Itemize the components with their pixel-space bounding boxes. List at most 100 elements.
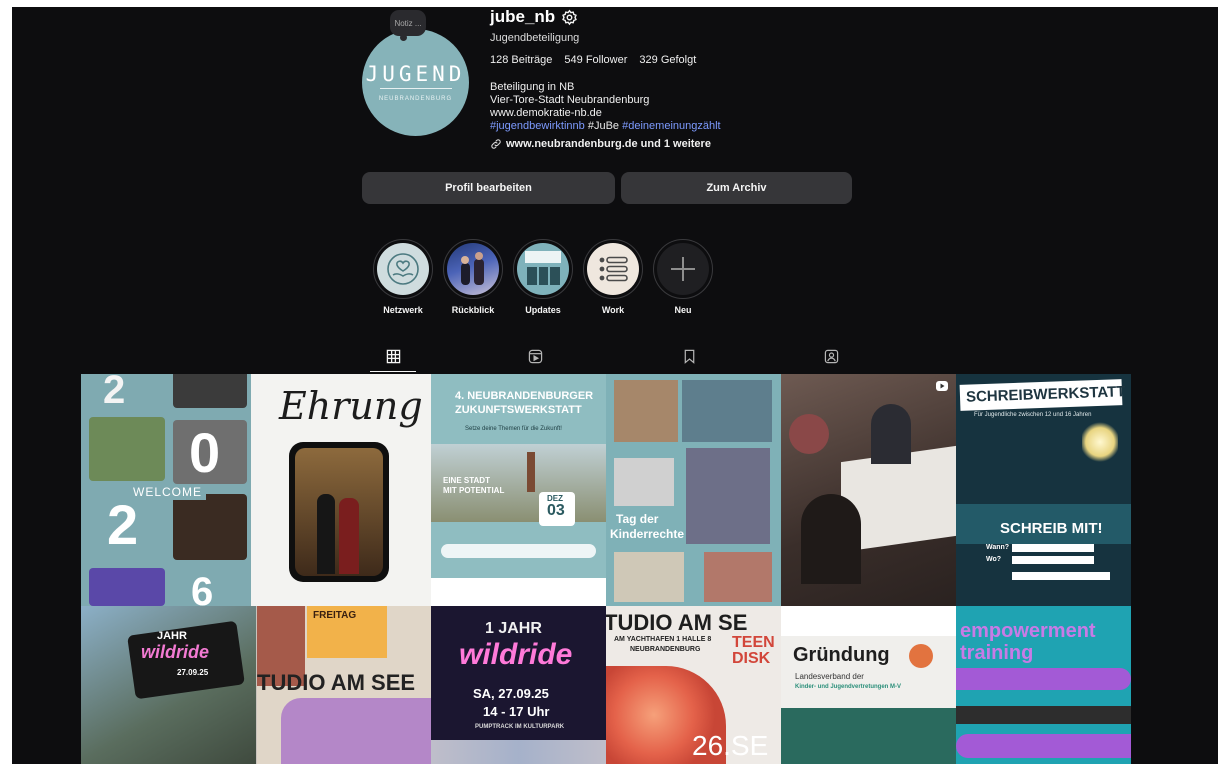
- highlight-new[interactable]: Neu: [652, 239, 714, 315]
- bio-line: Beteiligung in NB: [490, 81, 575, 93]
- post-text: 03: [547, 502, 565, 519]
- followers-label: Follower: [585, 54, 628, 66]
- following-label: Gefolgt: [660, 54, 697, 66]
- post-text: 1 JAHR: [485, 620, 542, 637]
- post-text: MIT POTENTIAL: [443, 486, 505, 495]
- post-text: DISK: [732, 650, 771, 667]
- post-text: FREITAG: [313, 610, 357, 621]
- highlight-rueckblick[interactable]: Rückblick: [442, 239, 504, 315]
- post-text: ZUKUNFTSWERKSTATT: [455, 404, 582, 416]
- post-text: Kinder- und Jugendvertretungen M-V: [795, 684, 902, 690]
- note-bubble[interactable]: Notiz ...: [390, 10, 426, 41]
- bio-hashtags: #jugendbewirktinnb #JuBe #deinemeinungzä…: [490, 120, 721, 133]
- post-tile[interactable]: empowerment training: [956, 606, 1131, 764]
- highlight-ring: [583, 239, 643, 299]
- tab-posts[interactable]: [370, 341, 416, 372]
- post-text: 14 - 17 Uhr: [483, 704, 550, 719]
- post-text: empowerment: [960, 620, 1096, 642]
- list-icon: [587, 243, 639, 295]
- profile-link[interactable]: www.neubrandenburg.de und 1 weitere: [490, 138, 711, 150]
- photo-thumbnail: [447, 243, 499, 295]
- post-text: SA, 27.09.25: [473, 686, 549, 701]
- highlight-ring: [513, 239, 573, 299]
- profile-bio: Beteiligung in NB Vier-Tore-Stadt Neubra…: [490, 81, 721, 133]
- post-tile[interactable]: JAHR wildride 27.09.25 FREITAG TUDIO AM …: [81, 606, 431, 764]
- followers-stat[interactable]: 549 Follower: [564, 54, 627, 66]
- tab-saved[interactable]: [666, 341, 712, 371]
- post-text: TUDIO AM SE: [606, 610, 748, 635]
- avatar-logo-text: JUGEND: [365, 61, 466, 86]
- highlight-work[interactable]: Work: [582, 239, 644, 315]
- post-text: Setze deine Themen für die Zukunft!: [465, 426, 562, 432]
- post-text: Wo?: [986, 556, 1002, 563]
- post-tile[interactable]: 1 JAHR wildride SA, 27.09.25 14 - 17 Uhr…: [431, 606, 606, 764]
- tab-tagged[interactable]: [808, 341, 854, 371]
- photo-thumbnail: [517, 243, 569, 295]
- highlight-ring: [373, 239, 433, 299]
- following-stat[interactable]: 329 Gefolgt: [639, 54, 696, 66]
- tab-reels[interactable]: [512, 341, 558, 371]
- tagged-icon: [824, 349, 838, 363]
- grid-icon: [386, 349, 400, 363]
- avatar-logo-divider: [379, 87, 452, 89]
- post-text: PUMPTRACK IM KULTURPARK: [475, 724, 565, 730]
- post-text: 6: [191, 570, 214, 606]
- profile-category: Jugendbeteiligung: [490, 32, 580, 44]
- bio-line: Vier-Tore-Stadt Neubrandenburg: [490, 94, 650, 106]
- highlight-netzwerk[interactable]: Netzwerk: [372, 239, 434, 315]
- posts-stat: 128 Beiträge: [490, 54, 552, 66]
- post-tile[interactable]: 2 0 2 WELCOME Ehrung 6: [81, 374, 431, 606]
- post-tile[interactable]: SCHREIBWERKSTATT Für Jugendliche zwische…: [956, 374, 1131, 606]
- post-text: wildride: [141, 642, 210, 662]
- username-row: jube_nb: [490, 7, 578, 27]
- hashtag-link[interactable]: #jugendbewirktinnb: [490, 120, 585, 132]
- highlight-updates[interactable]: Updates: [512, 239, 574, 315]
- avatar-logo-subtext: NEUBRANDENBURG: [378, 95, 453, 102]
- post-text: Gründung: [793, 644, 890, 666]
- hashtag-link[interactable]: #deinemeinungzählt: [622, 120, 720, 132]
- post-text: SCHREIB MIT!: [1000, 520, 1103, 537]
- profile-tabs: [370, 341, 1146, 372]
- profile-link-text: www.neubrandenburg.de und 1 weitere: [506, 138, 711, 150]
- profile-avatar[interactable]: JUGEND NEUBRANDENBURG: [362, 29, 469, 136]
- post-text: WELCOME: [129, 484, 207, 500]
- highlight-label: Updates: [525, 305, 561, 315]
- highlight-ring: [653, 239, 713, 299]
- edit-profile-button[interactable]: Profil bearbeiten: [362, 172, 615, 204]
- post-text: AM YACHTHAFEN 1 HALLE 8: [614, 636, 712, 643]
- post-text: 2: [103, 374, 126, 412]
- post-text: Für Jugendliche zwischen 12 und 16 Jahre…: [974, 412, 1092, 418]
- post-text: 0: [189, 421, 221, 484]
- post-text: JAHR: [157, 630, 187, 642]
- posts-label: Beiträge: [511, 54, 553, 66]
- highlight-label: Work: [601, 305, 625, 315]
- posts-count: 128: [490, 54, 509, 66]
- post-text: 4. NEUBRANDENBURGER: [455, 390, 594, 402]
- post-text: Tag der: [616, 512, 659, 526]
- post-text: 27.09.25: [177, 668, 209, 677]
- reels-icon: [528, 349, 542, 363]
- following-count: 329: [639, 54, 658, 66]
- plus-icon: [657, 243, 709, 295]
- post-tile[interactable]: Gründung Landesverband der Kinder- und J…: [781, 606, 956, 764]
- highlight-ring: [443, 239, 503, 299]
- post-tile[interactable]: 4. NEUBRANDENBURGER ZUKUNFTSWERKSTATT Se…: [431, 374, 606, 606]
- post-text: Wann?: [986, 544, 1010, 551]
- reel-indicator-icon: [936, 381, 948, 391]
- followers-count: 549: [564, 54, 583, 66]
- link-icon: [491, 139, 501, 149]
- post-tile[interactable]: TUDIO AM SE AM YACHTHAFEN 1 HALLE 8 NEUB…: [606, 606, 781, 764]
- username: jube_nb: [490, 7, 556, 26]
- highlight-label: Netzwerk: [383, 305, 423, 315]
- archive-button[interactable]: Zum Archiv: [621, 172, 852, 204]
- post-tile[interactable]: Tag der Kinderrechte: [606, 374, 781, 606]
- hashtag-link[interactable]: #JuBe: [588, 120, 619, 132]
- post-text: training: [960, 642, 1034, 664]
- bio-line: www.demokratie-nb.de: [490, 107, 602, 119]
- post-text: Ehrung: [279, 384, 423, 428]
- post-text: Landesverband der: [795, 672, 864, 681]
- post-tile[interactable]: [781, 374, 956, 606]
- gear-icon[interactable]: [561, 9, 578, 26]
- post-text: 26.SE: [692, 730, 769, 761]
- highlight-label: Rückblick: [451, 305, 495, 315]
